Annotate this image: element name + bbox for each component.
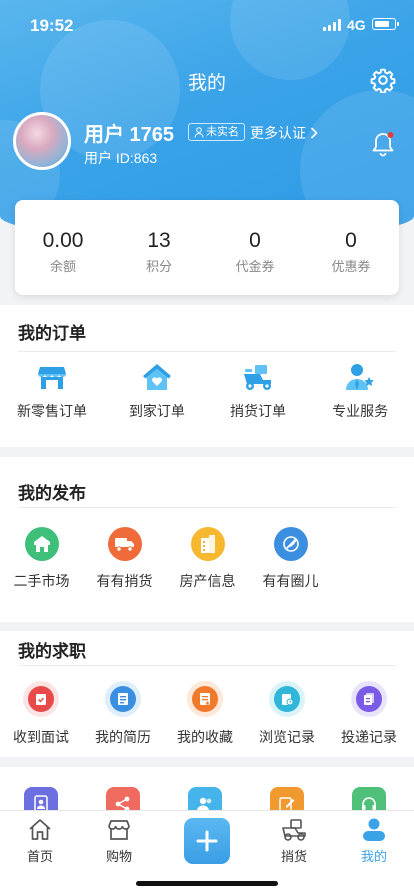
- jobs-favorites-label: 我的收藏: [177, 729, 233, 745]
- browse-history-icon: [269, 681, 305, 717]
- home-icon: [29, 819, 51, 840]
- network-type: 4G: [347, 17, 366, 33]
- points-label: 积分: [145, 259, 172, 274]
- user-id: 用户 ID:863: [84, 150, 158, 166]
- publish-real-estate-label: 房产信息: [179, 573, 236, 589]
- bell-icon[interactable]: [370, 130, 396, 158]
- tab-shop-label: 购物: [105, 849, 132, 864]
- avatar[interactable]: [13, 112, 71, 170]
- wallet-balance[interactable]: 0.00 余额: [15, 200, 111, 295]
- orders-section: 我的订单 新零售订单 到家订单 捎货订单 专业服务: [0, 305, 414, 447]
- delivery-scooter-icon: [244, 365, 272, 390]
- storefront-icon: [37, 367, 66, 389]
- order-home-delivery[interactable]: 到家订单: [104, 361, 210, 421]
- resume-icon: [105, 681, 141, 717]
- jobs-browse-history[interactable]: 浏览记录: [246, 681, 328, 747]
- jobs-interviews[interactable]: 收到面试: [0, 681, 82, 747]
- page-title: 我的: [187, 73, 226, 94]
- signal-icon: [323, 19, 341, 31]
- tab-shop[interactable]: 购物: [89, 817, 149, 865]
- orders-section-title: 我的订单: [18, 324, 86, 343]
- favorites-list-icon: [187, 681, 223, 717]
- order-new-retail[interactable]: 新零售订单: [0, 361, 104, 421]
- coupons-value: 0: [345, 229, 357, 252]
- wallet-summary-card: 0.00 余额 13 积分 0 代金券 0 优惠券: [15, 200, 399, 295]
- wallet-points[interactable]: 13 积分: [111, 200, 207, 295]
- profile-icon: [363, 818, 385, 841]
- jobs-favorites[interactable]: 我的收藏: [164, 681, 246, 747]
- order-professional-service-label: 专业服务: [332, 403, 389, 419]
- jobs-section: 我的求职 收到面试 我的简历 我的收藏 浏览记录 投递记录: [0, 631, 414, 757]
- jobs-resume-label: 我的简历: [95, 729, 151, 745]
- wallet-coupons[interactable]: 0 优惠券: [303, 200, 399, 295]
- divider: [18, 665, 396, 666]
- notification-dot: [387, 132, 394, 138]
- secondhand-market-icon: [24, 527, 59, 561]
- publish-social-circle-label: 有有圈儿: [262, 573, 319, 589]
- tab-errand-label: 捎货: [280, 849, 307, 864]
- publish-section-title: 我的发布: [18, 484, 86, 503]
- shop-icon: [108, 820, 130, 840]
- home-heart-icon: [142, 364, 171, 390]
- professional-person-icon: [346, 364, 374, 390]
- circle-feather-icon: [273, 527, 308, 561]
- balance-label: 余额: [49, 259, 76, 274]
- jobs-grid: 收到面试 我的简历 我的收藏 浏览记录 投递记录: [0, 681, 414, 747]
- jobs-browse-history-label: 浏览记录: [259, 729, 315, 745]
- order-new-retail-label: 新零售订单: [16, 403, 87, 419]
- vouchers-label: 代金券: [235, 259, 275, 274]
- jobs-section-title: 我的求职: [18, 642, 86, 661]
- wallet-vouchers[interactable]: 0 代金券: [207, 200, 303, 295]
- order-errand[interactable]: 捎货订单: [210, 361, 306, 421]
- publish-secondhand-market-label: 二手市场: [13, 573, 70, 589]
- publish-plus-button[interactable]: [184, 818, 230, 864]
- battery-level: [374, 20, 389, 27]
- building-icon: [190, 527, 225, 561]
- more-certification-label: 更多认证: [250, 125, 306, 141]
- jobs-delivery-records[interactable]: 投递记录: [328, 681, 410, 747]
- battery-icon: [372, 18, 399, 30]
- divider: [18, 507, 396, 508]
- person-icon: [194, 126, 204, 138]
- points-value: 13: [147, 229, 171, 252]
- orders-grid: 新零售订单 到家订单 捎货订单 专业服务: [0, 361, 414, 421]
- publish-section: 我的发布 二手市场 有有捎货 房产信息 有有圈儿: [0, 457, 414, 622]
- delivery-record-icon: [351, 681, 387, 717]
- publish-grid: 二手市场 有有捎货 房产信息 有有圈儿: [0, 527, 414, 591]
- coupons-label: 优惠券: [331, 259, 371, 274]
- interview-clipboard-icon: [23, 681, 59, 717]
- publish-social-circle[interactable]: 有有圈儿: [249, 527, 332, 591]
- gear-icon[interactable]: [370, 67, 396, 93]
- order-errand-label: 捎货订单: [230, 403, 287, 419]
- realname-status-badge[interactable]: 未实名: [188, 123, 245, 141]
- plus-icon: [196, 830, 218, 852]
- tab-home-label: 首页: [26, 849, 53, 864]
- order-professional-service[interactable]: 专业服务: [306, 361, 414, 421]
- status-bar: 19:52 4G: [0, 0, 414, 50]
- tab-home[interactable]: 首页: [10, 817, 70, 865]
- balance-value: 0.00: [42, 229, 84, 252]
- chevron-right-icon: [310, 127, 318, 139]
- publish-errand-goods[interactable]: 有有捎货: [83, 527, 166, 591]
- publish-real-estate[interactable]: 房产信息: [166, 527, 249, 591]
- home-indicator: [136, 881, 278, 886]
- jobs-resume[interactable]: 我的简历: [82, 681, 164, 747]
- more-certification-link[interactable]: 更多认证: [250, 123, 318, 143]
- jobs-interviews-label: 收到面试: [13, 729, 69, 745]
- user-name: 用户 1765: [84, 124, 175, 146]
- publish-secondhand-market[interactable]: 二手市场: [0, 527, 83, 591]
- jobs-delivery-records-label: 投递记录: [341, 729, 397, 745]
- publish-errand-goods-label: 有有捎货: [96, 573, 153, 589]
- tab-errand[interactable]: 捎货: [264, 817, 324, 865]
- vouchers-value: 0: [249, 229, 261, 252]
- divider: [18, 351, 396, 352]
- tab-profile[interactable]: 我的: [344, 817, 404, 865]
- order-home-delivery-label: 到家订单: [128, 403, 185, 419]
- realname-badge-label: 未实名: [206, 126, 239, 138]
- scooter-icon: [282, 819, 306, 841]
- tab-profile-label: 我的: [360, 849, 387, 864]
- status-time: 19:52: [30, 16, 74, 35]
- truck-icon: [107, 527, 142, 561]
